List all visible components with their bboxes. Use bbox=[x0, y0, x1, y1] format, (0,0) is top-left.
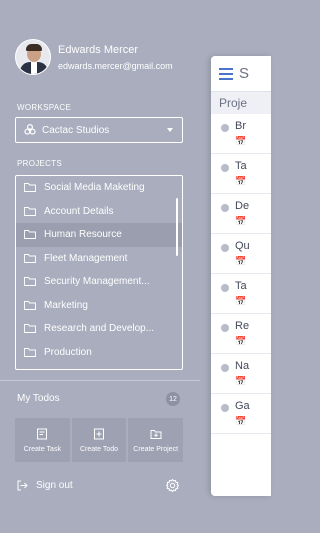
status-dot bbox=[221, 284, 229, 292]
calendar-icon: 📅 bbox=[235, 216, 247, 226]
project-item[interactable]: Human Resource bbox=[16, 223, 182, 247]
projects-list: Social Media Maketing Account Details Huma… bbox=[15, 175, 183, 370]
list-item[interactable]: Re 📅 bbox=[211, 314, 271, 354]
sign-out-label: Sign out bbox=[36, 480, 73, 491]
create-project-button[interactable]: Create Project bbox=[128, 418, 184, 462]
list-item-title: Re bbox=[235, 320, 250, 332]
calendar-icon: 📅 bbox=[235, 416, 247, 426]
status-dot bbox=[221, 404, 229, 412]
calendar-icon: 📅 bbox=[235, 176, 247, 186]
calendar-icon: 📅 bbox=[235, 296, 247, 306]
list-item[interactable]: Na 📅 bbox=[211, 354, 271, 394]
list-item[interactable]: Qu 📅 bbox=[211, 234, 271, 274]
user-email: edwards.mercer@gmail.com bbox=[58, 60, 173, 71]
biohazard-icon bbox=[24, 124, 36, 135]
list-item-title: De bbox=[235, 200, 250, 212]
project-item-label: Marketing bbox=[44, 299, 88, 311]
quick-actions: Create Task Create Todo Create Project bbox=[15, 418, 184, 462]
calendar-icon: 📅 bbox=[235, 376, 247, 386]
list-item-title: Ta bbox=[235, 280, 247, 292]
workspace-selected: Cactac Studios bbox=[42, 124, 110, 136]
status-dot bbox=[221, 164, 229, 172]
create-project-label: Create Project bbox=[133, 445, 179, 453]
project-item[interactable]: Production bbox=[16, 341, 182, 365]
list-item-title: Ta bbox=[235, 160, 247, 172]
gear-icon[interactable] bbox=[165, 478, 180, 493]
menu-icon[interactable] bbox=[219, 65, 233, 83]
my-todos-label[interactable]: My Todos bbox=[17, 393, 60, 404]
status-dot bbox=[221, 364, 229, 372]
list-item[interactable]: De 📅 bbox=[211, 194, 271, 234]
list-item-title: Qu bbox=[235, 240, 250, 252]
project-item-label: Production bbox=[44, 346, 92, 358]
folder-icon bbox=[24, 347, 36, 357]
project-item-label: Social Media Maketing bbox=[44, 182, 145, 194]
folder-icon bbox=[24, 206, 36, 216]
project-item-label: Human Resource bbox=[44, 229, 122, 241]
main-panel-peek: S Proje Br 📅 Ta 📅 De 📅 Qu 📅 Ta 📅 Re 📅 Na 📅 Ga 📅 bbox=[211, 56, 271, 496]
divider bbox=[0, 380, 200, 381]
main-panel-title: S bbox=[239, 65, 250, 82]
status-dot bbox=[221, 244, 229, 252]
calendar-icon: 📅 bbox=[235, 136, 247, 146]
status-dot bbox=[221, 204, 229, 212]
create-todo-label: Create Todo bbox=[80, 445, 119, 453]
sign-out-button[interactable]: Sign out bbox=[17, 480, 73, 491]
list-item[interactable]: Ta 📅 bbox=[211, 274, 271, 314]
projects-label: PROJECTS bbox=[17, 159, 63, 168]
chevron-down-icon bbox=[167, 128, 173, 132]
project-item[interactable]: Security Management... bbox=[16, 270, 182, 294]
project-item[interactable]: Account Details bbox=[16, 200, 182, 224]
calendar-icon: 📅 bbox=[235, 256, 247, 266]
create-task-label: Create Task bbox=[23, 445, 61, 453]
folder-icon bbox=[24, 253, 36, 263]
project-item[interactable]: Social Media Maketing bbox=[16, 176, 182, 200]
sign-out-icon bbox=[17, 480, 28, 491]
create-todo-icon bbox=[94, 428, 104, 439]
list-item-title: Ga bbox=[235, 400, 250, 412]
status-dot bbox=[221, 124, 229, 132]
folder-icon bbox=[24, 300, 36, 310]
project-item[interactable]: Research and Develop... bbox=[16, 317, 182, 341]
list-item[interactable]: Ta 📅 bbox=[211, 154, 271, 194]
todos-count-badge: 12 bbox=[166, 392, 180, 406]
project-item[interactable]: Marketing bbox=[16, 294, 182, 318]
folder-icon bbox=[24, 277, 36, 287]
status-dot bbox=[221, 324, 229, 332]
create-task-button[interactable]: Create Task bbox=[15, 418, 70, 462]
list-item-title: Na bbox=[235, 360, 250, 372]
project-item-label: Research and Develop... bbox=[44, 323, 155, 335]
list-item[interactable]: Br 📅 bbox=[211, 114, 271, 154]
create-task-icon bbox=[37, 428, 48, 439]
main-panel-subheader: Proje bbox=[211, 92, 271, 114]
user-profile[interactable]: Edwards Mercer edwards.mercer@gmail.com bbox=[15, 39, 173, 75]
list-item-title: Br bbox=[235, 120, 246, 132]
navigation-drawer: Edwards Mercer edwards.mercer@gmail.com … bbox=[0, 0, 200, 533]
calendar-icon: 📅 bbox=[235, 336, 247, 346]
workspace-dropdown[interactable]: Cactac Studios bbox=[15, 117, 183, 143]
avatar bbox=[15, 39, 51, 75]
user-name: Edwards Mercer bbox=[58, 43, 139, 56]
create-todo-button[interactable]: Create Todo bbox=[71, 418, 127, 462]
folder-icon bbox=[24, 324, 36, 334]
workspace-label: WORKSPACE bbox=[17, 103, 72, 112]
main-panel-header: S bbox=[211, 56, 271, 92]
folder-icon bbox=[24, 183, 36, 193]
project-item-label: Account Details bbox=[44, 205, 114, 217]
project-item[interactable]: Fleet Management bbox=[16, 247, 182, 271]
project-item-label: Security Management... bbox=[44, 276, 150, 288]
create-project-icon bbox=[150, 429, 162, 439]
project-item-label: Fleet Management bbox=[44, 252, 128, 264]
projects-scrollbar[interactable] bbox=[176, 198, 178, 256]
list-item[interactable]: Ga 📅 bbox=[211, 394, 271, 434]
folder-icon bbox=[24, 230, 36, 240]
